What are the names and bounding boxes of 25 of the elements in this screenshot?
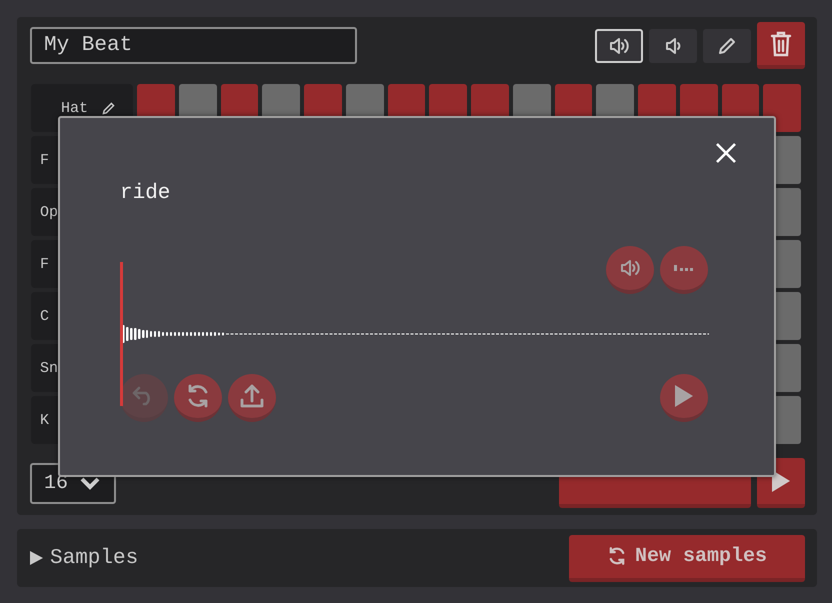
- delete-button[interactable]: [757, 22, 805, 69]
- volume-high-button[interactable]: [595, 28, 643, 62]
- pencil-button[interactable]: [703, 28, 751, 62]
- volume-high-icon: [620, 259, 640, 277]
- volume-low-button[interactable]: [649, 28, 697, 62]
- pencil-icon: [718, 36, 736, 54]
- caret-icon: [29, 550, 44, 566]
- refresh-button[interactable]: [174, 374, 222, 422]
- play-icon: [674, 384, 694, 408]
- new-samples-button[interactable]: New samples: [569, 534, 805, 582]
- trash-icon: [770, 30, 792, 56]
- close-icon: [715, 142, 737, 164]
- refresh-icon: [606, 546, 627, 566]
- upload-icon: [239, 383, 265, 409]
- volume-high-icon: [609, 36, 629, 54]
- play-button[interactable]: [660, 374, 708, 422]
- samples-toggle[interactable]: Samples: [29, 546, 138, 570]
- volume-button[interactable]: [606, 246, 654, 294]
- sample-name: ride: [120, 182, 172, 205]
- beat-name-field[interactable]: My Beat: [30, 27, 357, 64]
- close-button[interactable]: [715, 142, 737, 164]
- chevron-down-icon: [80, 476, 100, 490]
- dots-icon: [674, 265, 694, 271]
- volume-low-icon: [665, 36, 681, 54]
- upload-button[interactable]: [228, 374, 276, 422]
